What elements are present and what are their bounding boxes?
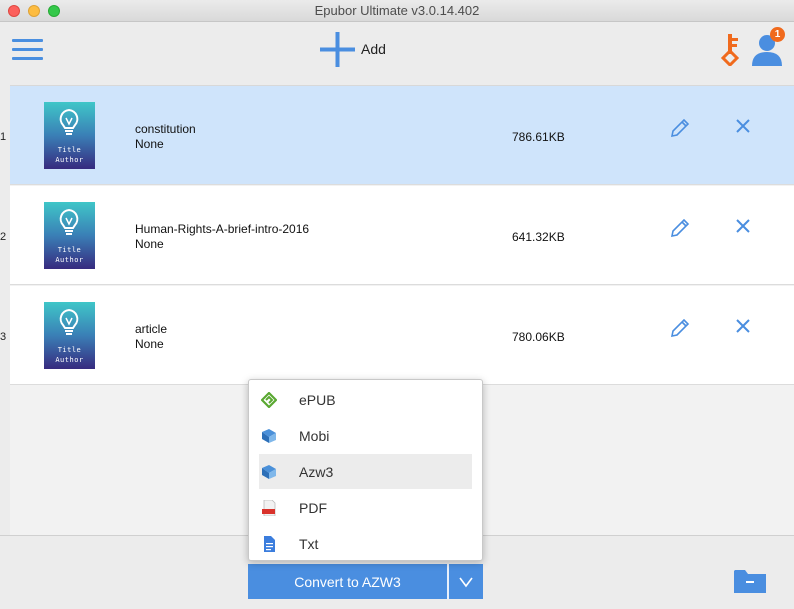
row-number: 3 bbox=[0, 331, 7, 343]
book-title: article bbox=[135, 322, 168, 336]
title-bar: Epubor Ultimate v3.0.14.402 bbox=[0, 0, 794, 22]
format-dropdown-toggle[interactable] bbox=[449, 564, 483, 599]
user-account-button[interactable]: 1 bbox=[749, 26, 789, 66]
format-option-label: PDF bbox=[299, 500, 327, 516]
delete-x-icon[interactable] bbox=[736, 119, 750, 138]
epub-icon bbox=[261, 392, 277, 408]
book-row[interactable]: Title Author constitution None 786.61KB bbox=[10, 86, 794, 185]
mobi-book-icon bbox=[262, 429, 276, 443]
window-title: Epubor Ultimate v3.0.14.402 bbox=[314, 3, 480, 18]
delete-x-icon[interactable] bbox=[736, 319, 750, 338]
format-option-label: Txt bbox=[299, 536, 319, 552]
book-size: 786.61KB bbox=[512, 130, 565, 144]
cover-author-text: Author bbox=[55, 156, 84, 164]
row-number-gutter: 1 2 3 bbox=[0, 85, 10, 535]
format-dropdown-menu: ePUB Mobi Azw3 PDF Txt bbox=[248, 379, 483, 561]
row-number: 1 bbox=[0, 131, 7, 143]
book-author: None bbox=[135, 337, 164, 351]
chevron-down-icon bbox=[459, 577, 473, 587]
book-size: 780.06KB bbox=[512, 330, 565, 344]
hamburger-menu-icon[interactable] bbox=[12, 37, 44, 63]
lightbulb-icon bbox=[59, 108, 79, 135]
convert-button-group: Convert to AZW3 bbox=[248, 564, 483, 599]
book-cover: Title Author bbox=[44, 302, 95, 369]
book-row[interactable]: Title Author article None 780.06KB bbox=[10, 286, 794, 385]
format-option-mobi[interactable]: Mobi bbox=[259, 418, 472, 453]
book-author: None bbox=[135, 237, 164, 251]
book-title: constitution bbox=[135, 122, 196, 136]
add-button[interactable]: Add bbox=[320, 31, 386, 67]
book-cover: Title Author bbox=[44, 102, 95, 169]
edit-pencil-icon[interactable] bbox=[669, 217, 691, 244]
toolbar: Add 1 bbox=[0, 22, 794, 85]
plus-icon bbox=[320, 31, 355, 67]
lightbulb-icon bbox=[59, 208, 79, 235]
row-number: 2 bbox=[0, 231, 7, 243]
book-author: None bbox=[135, 137, 164, 151]
edit-pencil-icon[interactable] bbox=[669, 317, 691, 344]
cover-author-text: Author bbox=[55, 256, 84, 264]
azw3-book-icon bbox=[262, 465, 276, 479]
convert-button[interactable]: Convert to AZW3 bbox=[248, 564, 447, 599]
edit-pencil-icon[interactable] bbox=[669, 117, 691, 144]
format-option-azw3[interactable]: Azw3 bbox=[259, 454, 472, 489]
cover-title-text: Title bbox=[57, 146, 82, 154]
format-option-pdf[interactable]: PDF bbox=[259, 490, 472, 525]
book-title: Human-Rights-A-brief-intro-2016 bbox=[135, 222, 310, 236]
lightbulb-icon bbox=[59, 308, 79, 335]
format-option-epub[interactable]: ePUB bbox=[259, 382, 472, 417]
cover-title-text: Title bbox=[57, 246, 82, 254]
format-option-label: Azw3 bbox=[299, 464, 334, 480]
txt-file-icon bbox=[264, 536, 275, 552]
key-icon[interactable] bbox=[719, 34, 743, 71]
format-option-txt[interactable]: Txt bbox=[259, 526, 472, 561]
format-option-label: ePUB bbox=[299, 392, 336, 408]
delete-x-icon[interactable] bbox=[736, 219, 750, 238]
cover-author-text: Author bbox=[55, 356, 84, 364]
output-folder-icon[interactable] bbox=[734, 569, 766, 598]
book-size: 641.32KB bbox=[512, 230, 565, 244]
cover-title-text: Title bbox=[57, 346, 82, 354]
add-label: Add bbox=[361, 41, 386, 57]
format-option-label: Mobi bbox=[299, 428, 330, 444]
book-row[interactable]: Title Author Human-Rights-A-brief-intro-… bbox=[10, 186, 794, 285]
book-cover: Title Author bbox=[44, 202, 95, 269]
pdf-file-icon bbox=[262, 500, 276, 516]
notification-badge: 1 bbox=[770, 27, 785, 42]
